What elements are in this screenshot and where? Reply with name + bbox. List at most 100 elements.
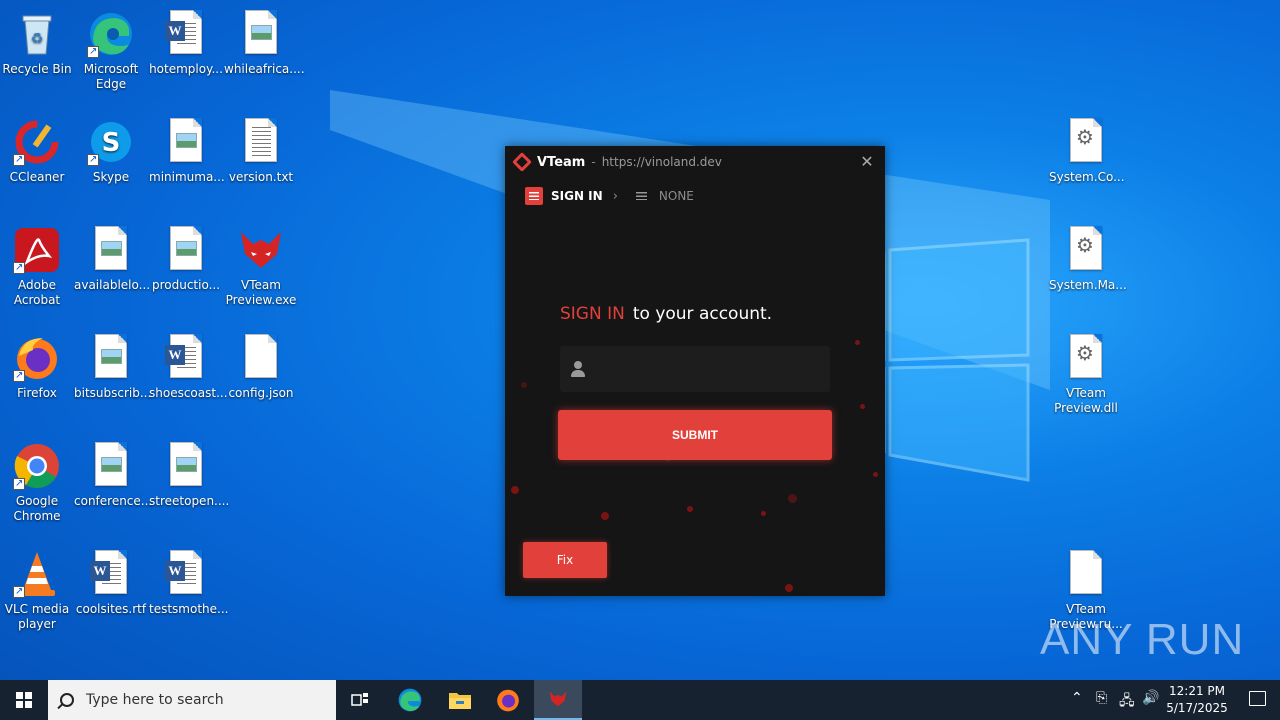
nav-signin-link[interactable]: SIGN IN <box>551 189 603 203</box>
desktop-icon-bitsubscrib[interactable]: bitsubscrib... <box>73 328 151 401</box>
desktop-icon-availablelo[interactable]: availablelo... <box>73 220 150 293</box>
nav-none-link[interactable]: NONE <box>659 189 694 203</box>
icon-label: version.txt <box>228 170 294 184</box>
fox-logo-icon <box>241 232 281 268</box>
user-icon <box>570 361 586 377</box>
desktop-icon-recycle-bin[interactable]: ♻ Recycle Bin <box>0 4 75 77</box>
vteam-app-window: VTeam - https://vinoland.dev ✕ SIGN IN ›… <box>505 146 885 596</box>
fox-logo-icon <box>549 691 567 707</box>
app-navbar: SIGN IN › NONE <box>525 184 694 208</box>
desktop-icon-testsmothe[interactable]: W testsmothe... <box>148 544 228 617</box>
icon-label: whileafrica.... <box>224 62 305 76</box>
taskbar-edge[interactable] <box>386 680 434 720</box>
desktop-icon-coolsites[interactable]: W coolsites.rtf <box>73 544 149 617</box>
particle-dot <box>855 340 860 345</box>
desktop-icon-ccleaner[interactable]: CCleaner <box>0 112 75 185</box>
desktop-icon-shoescoast[interactable]: W shoescoast... <box>148 328 228 401</box>
icon-label: Microsoft Edge <box>83 62 139 91</box>
image-file-icon <box>95 226 127 270</box>
particle-dot <box>785 584 793 592</box>
clock[interactable]: 12:21 PM 5/17/2025 <box>1160 683 1234 717</box>
desktop-icon-streetopen[interactable]: streetopen.... <box>148 436 229 509</box>
icon-label: CCleaner <box>9 170 65 184</box>
desktop-icon-conference[interactable]: conference... <box>73 436 153 509</box>
particle-dot <box>788 494 797 503</box>
icon-label: minimuma... <box>149 170 225 184</box>
blank-file-icon <box>245 334 277 378</box>
close-button[interactable]: ✕ <box>857 152 877 172</box>
shortcut-arrow-icon <box>13 476 25 491</box>
hamburger-menu-icon[interactable] <box>525 187 543 205</box>
desktop-icon-system-co[interactable]: ⚙ System.Co... <box>1048 112 1125 185</box>
recycle-bin-icon: ♻ <box>22 15 52 55</box>
taskbar-file-explorer[interactable] <box>436 680 484 720</box>
signin-headline: SIGN IN to your account. <box>560 304 772 324</box>
word-document-icon: W <box>90 550 127 594</box>
settings-file-icon: ⚙ <box>1070 334 1102 378</box>
taskbar-vteam[interactable] <box>534 680 582 720</box>
svg-text:S: S <box>102 128 121 158</box>
particle-dot <box>521 382 527 388</box>
usb-device-icon[interactable]: ⎘ <box>1096 690 1107 706</box>
taskbar-search-box[interactable]: Type here to search <box>48 680 336 720</box>
icon-label: System.Ma... <box>1049 278 1127 292</box>
icon-label: VLC media player <box>4 602 70 631</box>
task-view-icon <box>351 693 368 706</box>
username-field[interactable] <box>560 346 830 392</box>
desktop-icon-vteam-exe[interactable]: VTeam Preview.exe <box>223 220 299 308</box>
word-document-icon: W <box>165 550 202 594</box>
shortcut-arrow-icon <box>13 260 25 275</box>
image-file-icon <box>170 118 202 162</box>
icon-label: coolsites.rtf <box>75 602 147 616</box>
desktop-icon-adobe-acrobat[interactable]: Adobe Acrobat <box>0 220 75 308</box>
app-url: https://vinoland.dev <box>601 155 722 169</box>
task-view-button[interactable] <box>336 680 384 720</box>
desktop-icon-google-chrome[interactable]: Google Chrome <box>0 436 75 524</box>
desktop-icon-config-json[interactable]: config.json <box>223 328 299 401</box>
chevron-up-icon[interactable]: ⌃ <box>1071 690 1083 706</box>
image-file-icon <box>95 442 127 486</box>
image-file-icon <box>170 226 202 270</box>
vteam-logo-icon <box>512 152 532 172</box>
headline-accent: SIGN IN <box>560 304 625 324</box>
icon-label: Recycle Bin <box>2 62 72 76</box>
username-input[interactable] <box>586 346 830 392</box>
fix-button[interactable]: Fix <box>523 542 607 578</box>
desktop-icon-productio[interactable]: productio... <box>148 220 224 293</box>
desktop-icon-version-txt[interactable]: version.txt <box>223 112 299 185</box>
notification-icon[interactable] <box>1249 691 1266 706</box>
desktop-icon-whileafrica[interactable]: whileafrica.... <box>223 4 305 77</box>
icon-label: shoescoast... <box>149 386 228 400</box>
desktop-icon-microsoft-edge[interactable]: Microsoft Edge <box>73 4 149 92</box>
folder-icon <box>449 693 471 709</box>
desktop-icon-firefox[interactable]: Firefox <box>0 328 75 401</box>
clock-date: 5/17/2025 <box>1166 701 1228 715</box>
image-file-icon <box>245 10 277 54</box>
desktop-icon-minimuma[interactable]: minimuma... <box>148 112 225 185</box>
desktop-icon-skype[interactable]: S Skype <box>73 112 149 185</box>
icon-label: System.Co... <box>1049 170 1125 184</box>
icon-label: conference... <box>74 494 153 508</box>
taskbar-firefox[interactable] <box>484 680 532 720</box>
system-tray: 12:21 PM 5/17/2025 <box>1120 680 1280 720</box>
desktop-icon-vlc[interactable]: VLC media player <box>0 544 75 632</box>
particle-dot <box>511 486 519 494</box>
desktop-icon-system-ma[interactable]: ⚙ System.Ma... <box>1048 220 1127 293</box>
icon-label: Skype <box>92 170 130 184</box>
list-icon[interactable] <box>635 192 647 200</box>
search-placeholder: Type here to search <box>86 692 224 708</box>
image-file-icon <box>170 442 202 486</box>
shortcut-arrow-icon <box>87 44 99 59</box>
desktop-icon-hotemploy[interactable]: W hotemploy... <box>148 4 224 77</box>
start-button[interactable] <box>0 680 48 720</box>
edge-icon <box>398 688 422 712</box>
svg-text:♻: ♻ <box>31 31 44 47</box>
firefox-icon <box>497 689 519 712</box>
clock-time: 12:21 PM <box>1169 684 1225 698</box>
settings-file-icon: ⚙ <box>1070 226 1102 270</box>
submit-button[interactable]: SUBMIT <box>558 410 832 460</box>
image-file-icon <box>95 334 127 378</box>
app-titlebar[interactable]: VTeam - https://vinoland.dev ✕ <box>505 146 885 178</box>
app-name: VTeam <box>537 154 586 170</box>
desktop-icon-vteam-dll[interactable]: ⚙ VTeam Preview.dll <box>1048 328 1124 416</box>
